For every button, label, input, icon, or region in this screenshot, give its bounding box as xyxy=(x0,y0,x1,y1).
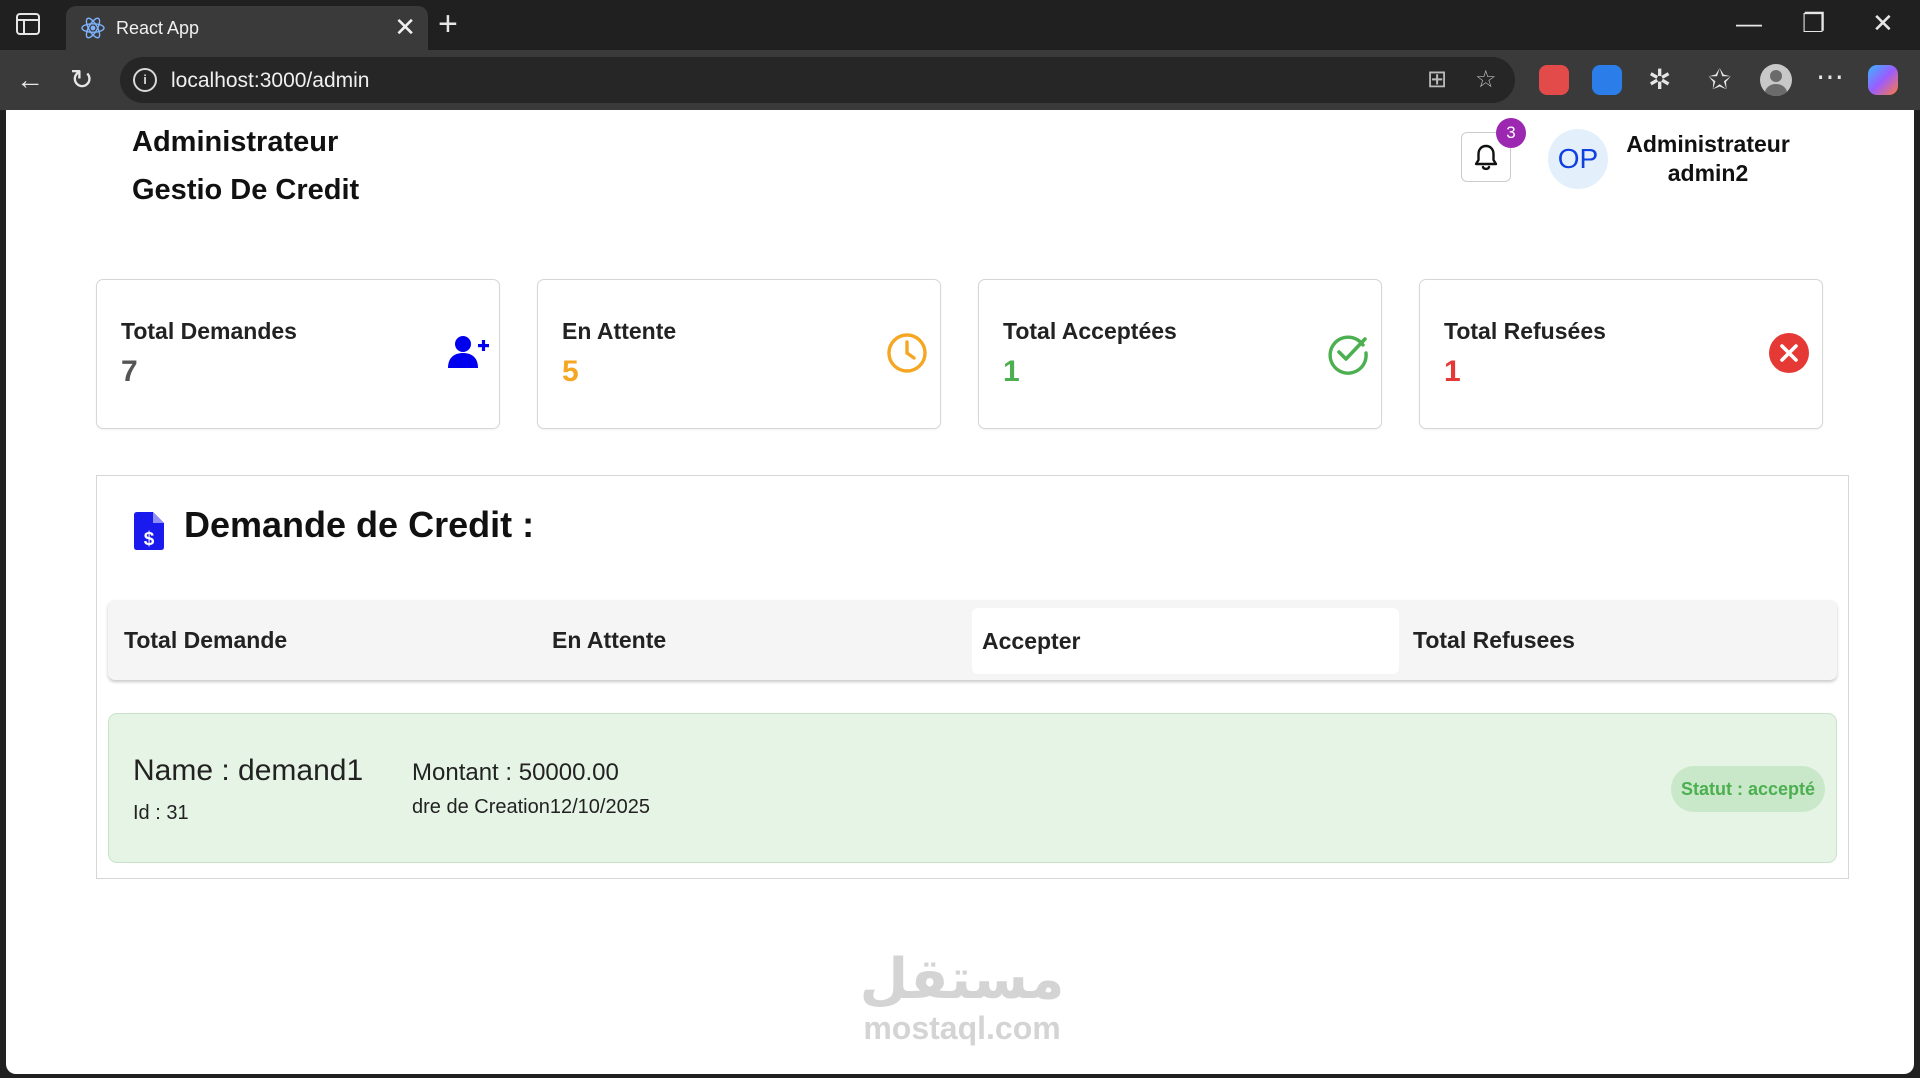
browser-tab-bar: React App ✕ + — ❐ ✕ xyxy=(0,0,1920,50)
stat-label: Total Acceptées xyxy=(1003,318,1177,344)
browser-tab[interactable]: React App ✕ xyxy=(66,6,428,50)
user-avatar[interactable]: OP xyxy=(1548,129,1608,189)
favorites-icon[interactable]: ✩ xyxy=(1708,65,1731,95)
new-tab-icon[interactable]: + xyxy=(438,7,458,41)
stat-card-total-demandes: Total Demandes 7 xyxy=(96,279,500,429)
request-name: Name : demand1 xyxy=(133,754,364,787)
user-info: Administrateur admin2 xyxy=(1618,130,1798,188)
stat-value: 1 xyxy=(1003,355,1020,388)
user-role: Administrateur xyxy=(1626,131,1790,157)
restore-icon[interactable]: ❐ xyxy=(1802,8,1825,38)
url-text[interactable]: localhost:3000/admin xyxy=(171,69,369,93)
reload-icon[interactable]: ↻ xyxy=(70,65,93,95)
request-amount: Montant : 50000.00 xyxy=(412,759,619,786)
window-close-icon[interactable]: ✕ xyxy=(1872,8,1894,38)
stat-label: Total Refusées xyxy=(1444,318,1606,344)
stat-label: Total Demandes xyxy=(121,318,297,344)
more-menu-icon[interactable]: ⋯ xyxy=(1816,62,1844,92)
profile-avatar-icon[interactable] xyxy=(1760,64,1792,96)
check-circle-icon xyxy=(1328,335,1368,375)
cross-circle-icon xyxy=(1769,333,1809,373)
extensions-puzzle-icon[interactable]: ✲ xyxy=(1648,65,1671,95)
tab-title: React App xyxy=(116,18,200,38)
page-header-title: Administrateur Gestio De Credit xyxy=(132,118,359,214)
notification-badge: 3 xyxy=(1496,118,1526,148)
tab-close-icon[interactable]: ✕ xyxy=(394,14,416,40)
user-plus-icon xyxy=(448,336,489,368)
site-info-icon[interactable]: i xyxy=(133,68,157,92)
clock-icon xyxy=(887,333,927,373)
bell-icon xyxy=(1474,144,1498,171)
minimize-icon[interactable]: — xyxy=(1736,8,1762,38)
stat-card-total-refusees: Total Refusées 1 xyxy=(1419,279,1823,429)
watermark-latin: mostaql.com xyxy=(863,1010,1061,1046)
react-favicon-icon xyxy=(81,17,105,39)
panel-title: Demande de Credit : xyxy=(184,504,535,545)
tab-total-refusees[interactable]: Total Refusees xyxy=(1413,600,1818,680)
tab-total-demande[interactable]: Total Demande xyxy=(124,600,529,680)
tab-accepter[interactable]: Accepter xyxy=(972,608,1399,674)
tab-en-attente[interactable]: En Attente xyxy=(552,600,957,680)
copilot-icon[interactable] xyxy=(1868,65,1898,95)
tab-actions-icon[interactable] xyxy=(16,13,40,35)
stat-card-en-attente: En Attente 5 xyxy=(537,279,941,429)
extension-blue-icon[interactable] xyxy=(1592,65,1622,95)
apps-icon[interactable]: ⊞ xyxy=(1427,67,1447,93)
svg-text:$: $ xyxy=(144,529,155,550)
invoice-dollar-icon: $ xyxy=(134,512,164,550)
stat-value: 1 xyxy=(1444,355,1461,388)
stat-label: En Attente xyxy=(562,318,677,344)
stat-card-total-acceptees: Total Acceptées 1 xyxy=(978,279,1382,429)
credit-request-panel: $ Demande de Credit : Total Demande En A… xyxy=(96,475,1849,879)
user-name: admin2 xyxy=(1667,160,1749,186)
browser-toolbar: ← ↻ i localhost:3000/admin ⊞ ☆ ✲ ✩ ⋯ xyxy=(0,50,1920,110)
header-title-line1: Administrateur xyxy=(132,126,339,158)
watermark-arabic: مستقل xyxy=(859,947,1065,1012)
request-id: Id : 31 xyxy=(133,802,189,824)
header-title-line2: Gestio De Credit xyxy=(132,174,360,206)
status-badge: Statut : accepté xyxy=(1671,766,1825,812)
extension-red-icon[interactable] xyxy=(1539,65,1569,95)
stat-value: 7 xyxy=(121,355,138,388)
credit-request-row[interactable]: Name : demand1 Id : 31 Montant : 50000.0… xyxy=(108,713,1837,863)
back-icon[interactable]: ← xyxy=(16,65,44,95)
page-viewport: Administrateur Gestio De Credit 3 OP Adm… xyxy=(6,110,1914,1074)
status-tabs: Total Demande En Attente Accepter Total … xyxy=(108,600,1837,680)
request-date: dre de Creation12/10/2025 xyxy=(412,796,650,818)
stat-value: 5 xyxy=(562,355,579,388)
address-bar[interactable]: i localhost:3000/admin ⊞ ☆ xyxy=(120,57,1515,103)
favorite-star-icon[interactable]: ☆ xyxy=(1475,67,1497,93)
mostaql-watermark: مستقل mostaql.com xyxy=(842,947,1082,1047)
